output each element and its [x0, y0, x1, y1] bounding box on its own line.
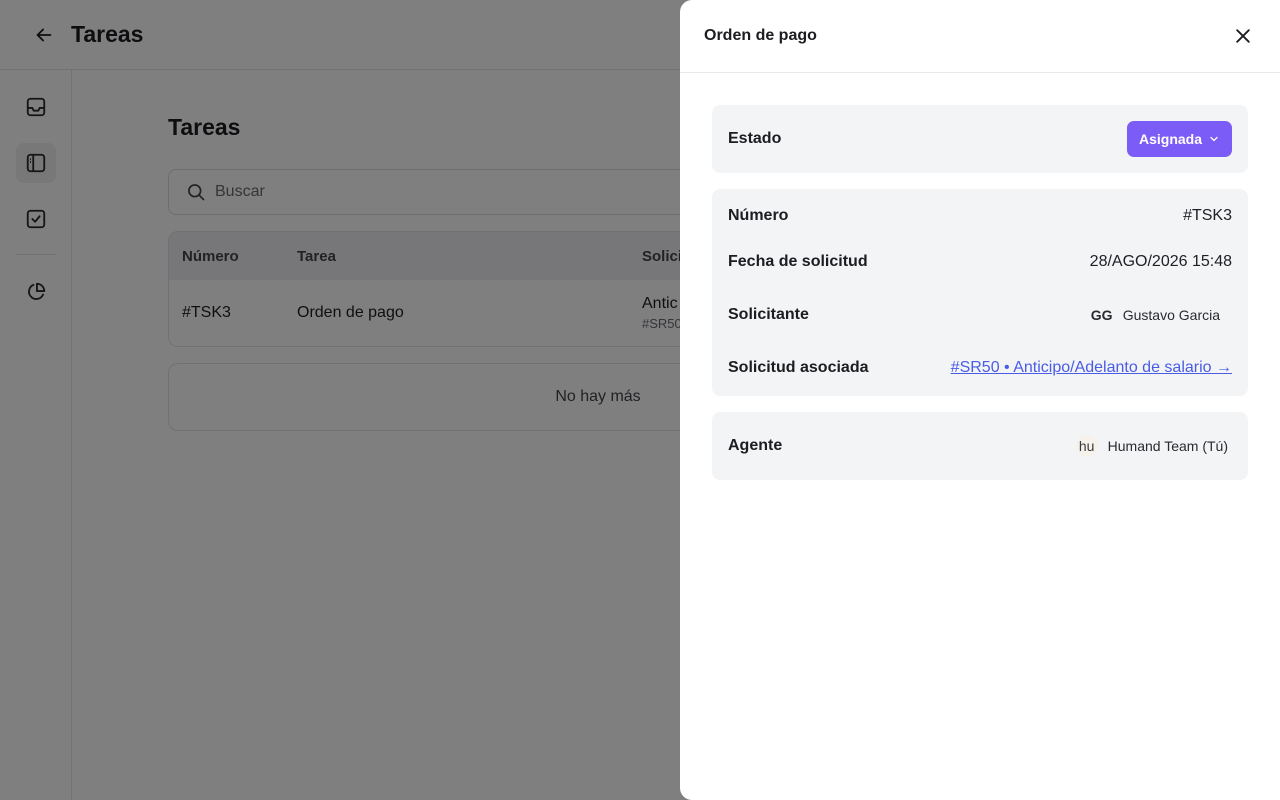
- status-dropdown[interactable]: Asignada: [1126, 121, 1232, 157]
- info-row-number: Número #TSK3: [728, 204, 1232, 228]
- drawer-header: Orden de pago: [680, 0, 1280, 73]
- date-label: Fecha de solicitud: [728, 253, 868, 270]
- agent-label: Agente: [728, 437, 783, 454]
- chevron-down-icon: [1210, 136, 1218, 142]
- task-detail-drawer: Orden de pago Estado Asignada Número #TS…: [680, 0, 1280, 800]
- info-row-related-request: Solicitud asociada #SR50 • Anticipo/Adel…: [728, 356, 1232, 380]
- status-card: Estado Asignada: [712, 105, 1248, 173]
- status-label: Estado: [728, 130, 782, 147]
- requester-name: Gustavo Garcia: [1122, 307, 1220, 323]
- related-request-label: Solicitud asociada: [728, 359, 869, 376]
- number-value: #TSK3: [1183, 207, 1232, 224]
- requester-label: Solicitante: [728, 306, 809, 323]
- info-row-date: Fecha de solicitud 28/AGO/2026 15:48: [728, 250, 1232, 274]
- related-request-link[interactable]: #SR50 • Anticipo/Adelanto de salario →: [951, 359, 1232, 377]
- date-value: 28/AGO/2026 15:48: [1089, 253, 1232, 270]
- drawer-title: Orden de pago: [704, 27, 817, 44]
- requester[interactable]: GG Gustavo Garcia: [1091, 307, 1220, 323]
- info-row-requester: Solicitante GG Gustavo Garcia: [728, 303, 1232, 327]
- agent[interactable]: hu Humand Team (Tú): [1075, 435, 1228, 457]
- agent-card: Agente hu Humand Team (Tú): [712, 412, 1248, 480]
- close-button[interactable]: [1230, 23, 1256, 49]
- close-icon: [1236, 29, 1250, 43]
- avatar: GG: [1090, 307, 1113, 323]
- agent-name: Humand Team (Tú): [1107, 438, 1228, 454]
- task-info-card: Número #TSK3 Fecha de solicitud 28/AGO/2…: [712, 189, 1248, 396]
- agent-logo: hu: [1075, 435, 1098, 457]
- number-label: Número: [728, 207, 789, 224]
- status-value: Asignada: [1138, 131, 1202, 147]
